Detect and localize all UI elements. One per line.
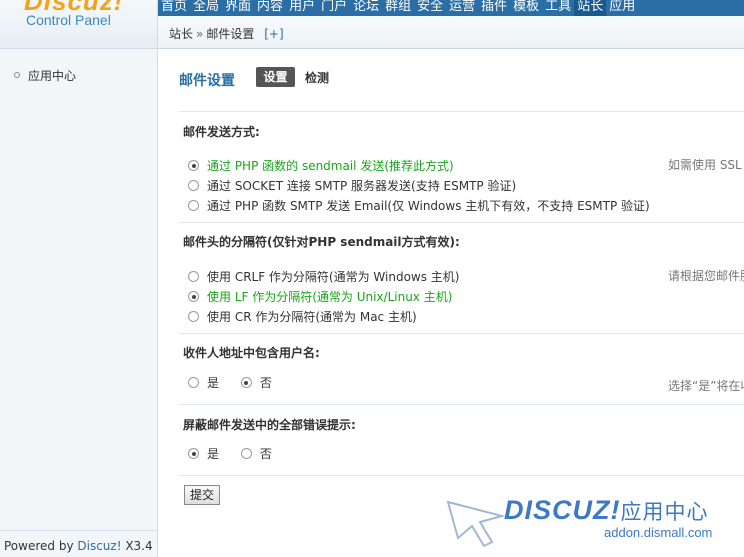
radio-group-suppress-errors: 是 否 [188, 445, 290, 462]
watermark-url: addon.dismall.com [604, 525, 713, 540]
radio-option-socket-smtp[interactable]: 通过 SOCKET 连接 SMTP 服务器发送(支持 ESMTP 验证) [188, 177, 516, 194]
radio-label: 使用 CRLF 作为分隔符(通常为 Windows 主机) [207, 270, 460, 284]
watermark-brand-text: DISCUZ! [504, 495, 621, 525]
nav-item[interactable]: 首页 [158, 0, 190, 16]
nav-item[interactable]: 运营 [446, 0, 478, 16]
radio-option-yes[interactable]: 是 [188, 374, 219, 391]
section-title-suppress-errors: 屏蔽邮件发送中的全部错误提示: [183, 418, 356, 432]
nav-item[interactable]: 用户 [286, 0, 318, 16]
radio-label: 通过 PHP 函数 SMTP 发送 Email(仅 Windows 主机下有效，… [207, 199, 650, 213]
watermark: DISCUZ!应用中心 addon.dismall.com [440, 490, 744, 557]
breadcrumb: 站长» 邮件设置 [+] [158, 16, 744, 49]
watermark-brand-cn: 应用中心 [620, 501, 709, 524]
nav-item[interactable]: 站长 [574, 0, 607, 16]
divider [179, 404, 744, 405]
nav-item[interactable]: 插件 [478, 0, 510, 16]
divider [179, 111, 744, 112]
radio-option-sendmail[interactable]: 通过 PHP 函数的 sendmail 发送(推荐此方式) [188, 157, 454, 174]
nav-item[interactable]: 论坛 [350, 0, 382, 16]
nav-item[interactable]: 全局 [190, 0, 222, 16]
radio-label: 否 [259, 447, 272, 461]
powered-by: Powered by Discuz! X3.4 [0, 530, 158, 557]
radio-icon[interactable] [188, 160, 199, 171]
nav-item[interactable]: 内容 [254, 0, 286, 16]
logo-subtitle: Control Panel [26, 12, 111, 28]
nav-item[interactable]: 群组 [382, 0, 414, 16]
hint-recipient-username: 选择“是”将在收 [668, 379, 744, 393]
radio-option-cr[interactable]: 使用 CR 作为分隔符(通常为 Mac 主机) [188, 308, 417, 325]
breadcrumb-current: 邮件设置 [206, 27, 255, 41]
radio-icon[interactable] [188, 448, 199, 459]
radio-icon[interactable] [188, 271, 199, 282]
breadcrumb-separator: » [196, 27, 204, 41]
radio-label: 是 [207, 447, 220, 461]
top-nav: 首页 全局 界面 内容 用户 门户 论坛 群组 安全 运营 插件 模板 工具 站长 应用 [158, 0, 744, 16]
radio-option-yes[interactable]: 是 [188, 445, 219, 462]
powered-by-version: X3.4 [121, 539, 153, 553]
hint-send-method: 如需使用 SSL [668, 158, 742, 172]
logo[interactable]: Discuz! Control Panel [0, 0, 158, 49]
radio-option-no[interactable]: 否 [240, 445, 272, 462]
radio-icon[interactable] [188, 291, 199, 302]
main-content: 邮件设置 设置 检测 邮件发送方式: 通过 PHP 函数的 sendmail 发… [158, 50, 744, 557]
radio-label: 是 [207, 376, 220, 390]
radio-icon[interactable] [240, 377, 252, 388]
radio-icon[interactable] [188, 311, 199, 322]
radio-icon[interactable] [188, 180, 199, 191]
sidebar: 应用中心 Powered by Discuz! X3.4 [0, 49, 158, 557]
top-header: Discuz! Control Panel 首页 全局 界面 内容 用户 门户 论坛 群组 安全… [0, 0, 744, 49]
divider [179, 333, 744, 334]
divider [179, 475, 744, 476]
bullet-icon [14, 71, 20, 78]
tab-settings[interactable]: 设置 [256, 67, 295, 87]
nav-item[interactable]: 工具 [542, 0, 574, 16]
page-title: 邮件设置 [179, 73, 235, 89]
divider [179, 222, 744, 223]
radio-label: 通过 PHP 函数的 sendmail 发送(推荐此方式) [207, 159, 454, 173]
radio-label: 通过 SOCKET 连接 SMTP 服务器发送(支持 ESMTP 验证) [207, 179, 517, 193]
radio-label: 使用 LF 作为分隔符(通常为 Unix/Linux 主机) [207, 290, 453, 304]
add-to-menu-button[interactable]: [+] [264, 27, 283, 41]
radio-option-lf[interactable]: 使用 LF 作为分隔符(通常为 Unix/Linux 主机) [188, 288, 452, 305]
tab-check[interactable]: 检测 [305, 69, 329, 86]
radio-icon[interactable] [240, 448, 252, 459]
radio-option-no[interactable]: 否 [240, 374, 272, 391]
powered-by-prefix: Powered by [4, 539, 78, 553]
sidebar-item-app-center[interactable]: 应用中心 [14, 67, 76, 84]
nav-item[interactable]: 界面 [222, 0, 254, 16]
sidebar-item-label: 应用中心 [28, 69, 77, 83]
section-title-recipient-username: 收件人地址中包含用户名: [183, 346, 320, 360]
radio-icon[interactable] [188, 200, 199, 211]
section-title-send-method: 邮件发送方式: [183, 125, 260, 139]
radio-group-recipient-username: 是 否 [188, 374, 290, 391]
nav-item[interactable]: 安全 [414, 0, 446, 16]
radio-label: 否 [259, 376, 272, 390]
cursor-arrow-icon [446, 500, 506, 548]
watermark-brand: DISCUZ!应用中心 [504, 495, 709, 526]
nav-item[interactable]: 应用 [606, 0, 638, 16]
radio-label: 使用 CR 作为分隔符(通常为 Mac 主机) [207, 310, 417, 324]
hint-header-separator: 请根据您邮件服 [668, 269, 744, 283]
radio-icon[interactable] [188, 377, 199, 388]
radio-option-php-smtp[interactable]: 通过 PHP 函数 SMTP 发送 Email(仅 Windows 主机下有效，… [188, 197, 650, 214]
breadcrumb-parent[interactable]: 站长 [169, 27, 193, 41]
nav-item[interactable]: 门户 [318, 0, 350, 16]
radio-option-crlf[interactable]: 使用 CRLF 作为分隔符(通常为 Windows 主机) [188, 268, 460, 285]
powered-by-link[interactable]: Discuz! [77, 539, 121, 553]
nav-item[interactable]: 模板 [510, 0, 542, 16]
section-title-header-separator: 邮件头的分隔符(仅针对PHP sendmail方式有效): [183, 235, 460, 249]
submit-button[interactable]: 提交 [184, 485, 220, 505]
